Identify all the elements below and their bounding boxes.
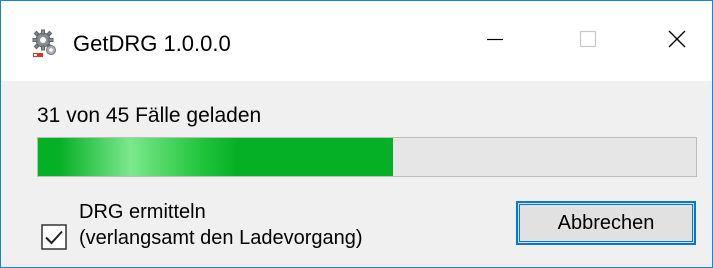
drg-label-line1: DRG ermitteln <box>79 201 206 223</box>
cancel-button[interactable]: Abbrechen <box>516 201 696 245</box>
title-bar[interactable]: GetDRG 1.0.0.0 <box>1 1 712 81</box>
gear-icon <box>31 29 59 59</box>
minimize-icon <box>485 29 505 54</box>
drg-checkbox[interactable] <box>41 224 67 250</box>
close-icon <box>666 28 688 55</box>
close-button[interactable] <box>641 17 713 65</box>
minimize-button[interactable] <box>455 17 535 65</box>
maximize-button[interactable] <box>548 17 628 65</box>
maximize-icon <box>578 29 598 54</box>
drg-checkbox-label[interactable]: DRG ermitteln (verlangsamt den Ladevorga… <box>79 199 363 251</box>
getdrg-window: GetDRG 1.0.0.0 31 von 45 Fälle geladen D… <box>0 0 713 268</box>
load-progress-bar <box>37 137 697 177</box>
cancel-button-focus-ring <box>519 204 693 242</box>
drg-label-line2: (verlangsamt den Ladevorgang) <box>79 227 363 249</box>
dialog-content: 31 von 45 Fälle geladen DRG ermitteln (v… <box>1 81 712 267</box>
window-title: GetDRG 1.0.0.0 <box>73 31 231 56</box>
progress-fill <box>38 138 394 176</box>
load-status-text: 31 von 45 Fälle geladen <box>37 104 262 127</box>
